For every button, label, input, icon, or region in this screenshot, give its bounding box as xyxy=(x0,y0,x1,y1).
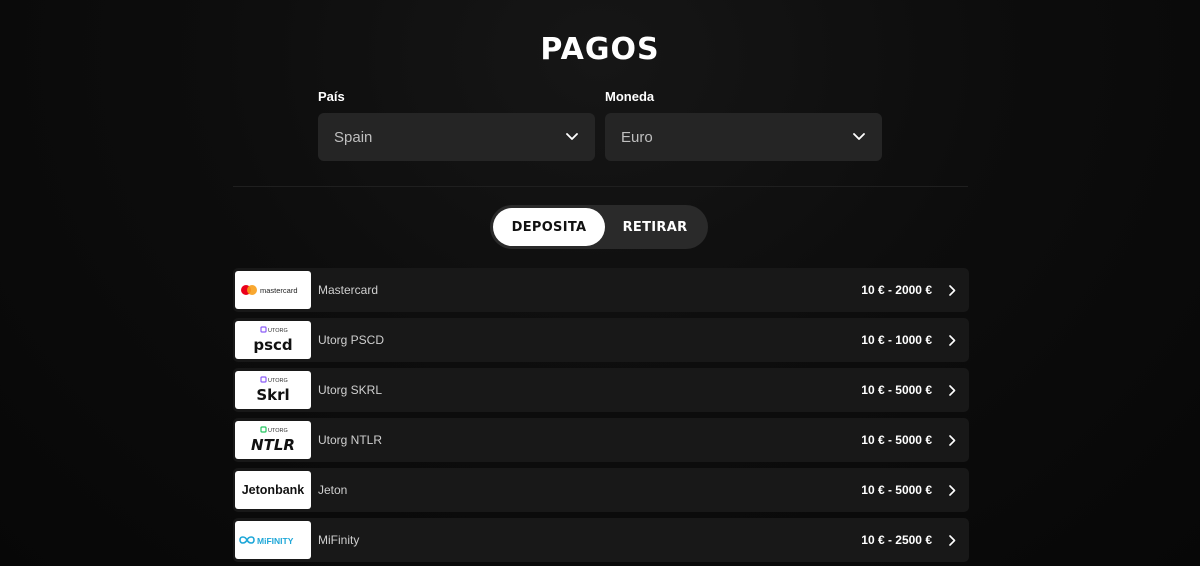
utorg-pscd-text: pscd xyxy=(253,336,292,354)
jetonbank-logo: Jetonbank xyxy=(235,471,311,509)
utorg-pscd-logo: UTORG pscd xyxy=(235,321,311,359)
payment-method-row[interactable]: UTORG NTLR Utorg NTLR 10 € - 5000 € xyxy=(233,418,969,462)
country-label: País xyxy=(318,89,345,104)
payment-methods-list: mastercard Mastercard 10 € - 2000 € UTOR… xyxy=(233,268,969,566)
payment-method-name: Utorg NTLR xyxy=(318,433,383,447)
chevron-right-icon xyxy=(946,284,958,296)
chevron-right-icon xyxy=(946,334,958,346)
chevron-right-icon xyxy=(946,534,958,546)
country-select[interactable]: Spain xyxy=(318,113,595,161)
utorg-ntlr-text: NTLR xyxy=(251,436,295,454)
payment-method-range: 10 € - 1000 € xyxy=(861,333,932,347)
payment-method-name: Mastercard xyxy=(318,283,379,297)
utorg-skrl-text: Skrl xyxy=(256,386,289,404)
utorg-small-text: UTORG xyxy=(268,328,288,334)
payment-method-name: Utorg PSCD xyxy=(318,333,385,347)
payment-method-row[interactable]: MiFINITY MiFinity 10 € - 2500 € xyxy=(233,518,969,562)
payment-method-range: 10 € - 2000 € xyxy=(861,283,932,297)
chevron-right-icon xyxy=(946,484,958,496)
payment-method-range: 10 € - 5000 € xyxy=(861,483,932,497)
payment-method-range: 10 € - 5000 € xyxy=(861,383,932,397)
chevron-down-icon xyxy=(852,130,866,144)
tab-retirar[interactable]: RETIRAR xyxy=(605,208,705,246)
mastercard-logo-text: mastercard xyxy=(260,286,298,295)
payments-page: PAGOS País Spain Moneda Euro DEPOSITA RE… xyxy=(0,0,1200,566)
currency-select[interactable]: Euro xyxy=(605,113,882,161)
payment-method-row[interactable]: UTORG pscd Utorg PSCD 10 € - 1000 € xyxy=(233,318,969,362)
currency-select-value: Euro xyxy=(621,128,653,146)
section-divider xyxy=(233,186,968,187)
jetonbank-text: Jetonbank xyxy=(242,483,305,497)
payment-method-row[interactable]: UTORG Skrl Utorg SKRL 10 € - 5000 € xyxy=(233,368,969,412)
utorg-ntlr-logo: UTORG NTLR xyxy=(235,421,311,459)
tab-deposita[interactable]: DEPOSITA xyxy=(493,208,605,246)
deposit-withdraw-toggle: DEPOSITA RETIRAR xyxy=(490,205,708,249)
mifinity-logo: MiFINITY xyxy=(235,521,311,559)
utorg-small-text: UTORG xyxy=(268,378,288,384)
payment-method-name: Utorg SKRL xyxy=(318,383,383,397)
chevron-right-icon xyxy=(946,434,958,446)
utorg-small-text: UTORG xyxy=(268,428,288,434)
utorg-skrl-logo: UTORG Skrl xyxy=(235,371,311,409)
payment-method-range: 10 € - 2500 € xyxy=(861,533,932,547)
mastercard-logo: mastercard xyxy=(235,271,311,309)
payment-method-row[interactable]: mastercard Mastercard 10 € - 2000 € xyxy=(233,268,969,312)
payment-method-name: MiFinity xyxy=(318,533,360,547)
mifinity-text: MiFINITY xyxy=(257,536,294,546)
country-select-value: Spain xyxy=(334,128,373,146)
payment-method-row[interactable]: Jetonbank Jeton 10 € - 5000 € xyxy=(233,468,969,512)
payment-method-range: 10 € - 5000 € xyxy=(861,433,932,447)
currency-label: Moneda xyxy=(605,89,655,104)
payment-method-name: Jeton xyxy=(318,483,348,497)
chevron-right-icon xyxy=(946,384,958,396)
chevron-down-icon xyxy=(565,130,579,144)
page-title: PAGOS xyxy=(540,32,660,67)
